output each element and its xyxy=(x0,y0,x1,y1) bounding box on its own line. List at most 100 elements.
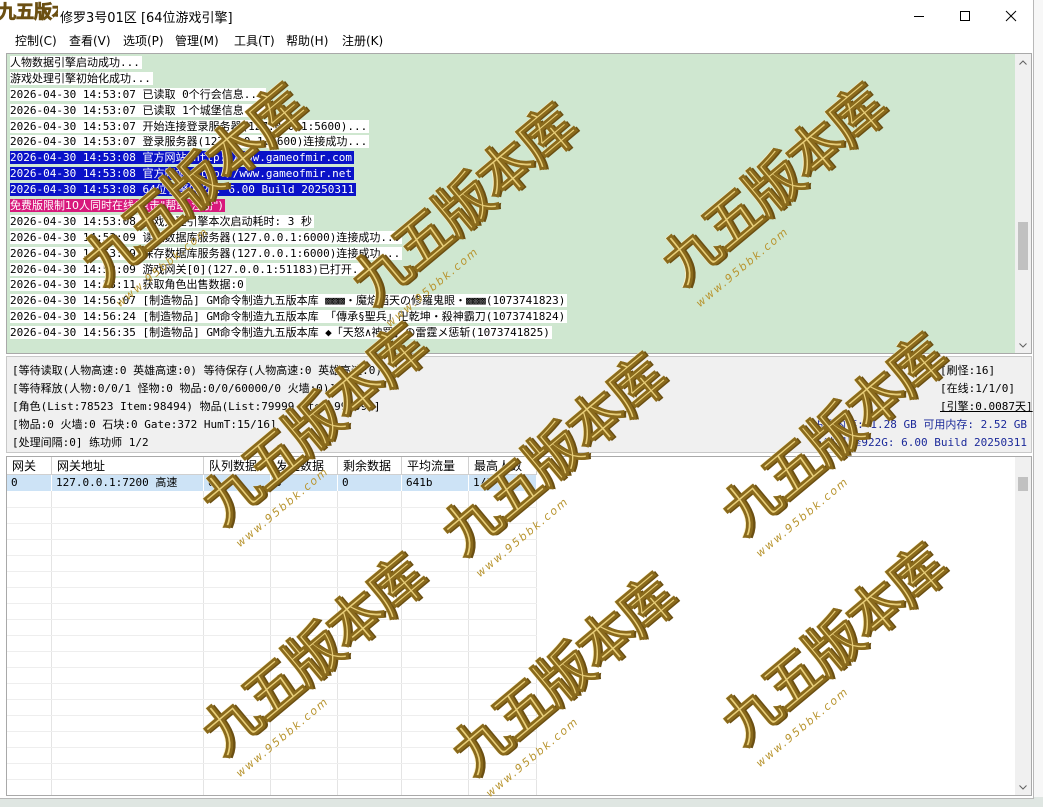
app-logo-icon: 九五版本库 xyxy=(0,0,58,32)
status-spawn: [刷怪:16] xyxy=(940,364,996,377)
window-title: 修罗3号01区 [64位游戏引擎] xyxy=(60,11,233,26)
menu-view[interactable]: 查看(V) xyxy=(67,33,113,50)
title-bar[interactable]: 九五版本库 修罗3号01区 [64位游戏引擎] xyxy=(0,0,1033,32)
col-queue-data[interactable]: 队列数据 xyxy=(204,457,271,475)
log-lines: 人物数据引擎启动成功... 游戏处理引擎初始化成功... 2026-04-30 14… xyxy=(10,55,1010,341)
log-line: 2026-04-30 14:53:11 获取角色出售数据:0 xyxy=(10,277,1010,293)
log-line: 2026-04-30 14:53:08 官方网站 http://www.game… xyxy=(10,150,1010,166)
grid-row-divider xyxy=(7,635,537,636)
log-line-text: 2026-04-30 14:53:07 开始连接登录服务器(127.0.0.1:… xyxy=(10,119,370,133)
desktop-background xyxy=(1034,0,1043,807)
status-engine-uptime[interactable]: [引擎:0.0087天] xyxy=(940,398,1033,414)
grid-scroll-thumb[interactable] xyxy=(1018,477,1028,491)
grid-row-divider xyxy=(7,587,537,588)
grid-row-divider xyxy=(7,763,537,764)
close-icon xyxy=(1005,10,1017,22)
grid-row-divider xyxy=(7,747,537,748)
scroll-down-icon[interactable] xyxy=(1015,337,1031,353)
col-max-users[interactable]: 最高人数 xyxy=(469,457,537,475)
log-line: 2026-04-30 14:53:07 登录服务器(127.0.0.1:5600… xyxy=(10,134,1010,150)
maximize-button[interactable] xyxy=(942,0,988,32)
status-wait-read: [等待读取(人物高速:0 英雄高速:0) 等待保存(人物高速:0 英雄高速:0)… xyxy=(12,364,389,377)
status-items: [物品:0 火墙:0 石块:0 Gate:372 HumT:15/16] xyxy=(12,418,277,431)
log-scrollbar[interactable] xyxy=(1015,54,1031,353)
col-avg-traffic[interactable]: 平均流量 xyxy=(402,457,469,475)
log-line-text: 2026-04-30 14:53:08 游戏处理引擎本次启动耗时: 3 秒 xyxy=(10,214,314,228)
menu-manage[interactable]: 管理(M) xyxy=(173,33,221,50)
grid-row-divider xyxy=(7,715,537,716)
log-line: 游戏处理引擎初始化成功... xyxy=(10,71,1010,87)
log-line-text: 2026-04-30 14:53:07 登录服务器(127.0.0.1:5600… xyxy=(10,135,370,149)
log-line: 2026-04-30 14:56:35 [制造物品] GM命令制造九五版本库 ◆… xyxy=(10,325,1010,341)
grid-row-divider xyxy=(7,507,537,508)
gateway-grid[interactable]: 网关 网关地址 队列数据 发送数据 剩余数据 平均流量 最高人数 0 127.0… xyxy=(6,456,1032,796)
col-gateway-address[interactable]: 网关地址 xyxy=(52,457,204,475)
grid-row-divider xyxy=(7,683,537,684)
log-line: 2026-04-30 14:56:24 [制造物品] GM命令制造九五版本库 「… xyxy=(10,309,1010,325)
cell-queue-data: 0 xyxy=(204,475,271,491)
menu-help[interactable]: 帮助(H) xyxy=(284,33,330,50)
grid-column-divider xyxy=(401,491,402,795)
status-panel: [等待读取(人物高速:0 英雄高速:0) 等待保存(人物高速:0 英雄高速:0)… xyxy=(6,356,1033,453)
log-line-text: 2026-04-30 14:56:35 [制造物品] GM命令制造九五版本库 ◆… xyxy=(10,326,552,340)
grid-row-divider xyxy=(7,539,537,540)
grid-column-divider xyxy=(337,491,338,795)
title-prefix: 九五版本库 xyxy=(0,1,58,23)
col-remain-data[interactable]: 剩余数据 xyxy=(338,457,402,475)
col-gateway[interactable]: 网关 xyxy=(7,457,52,475)
status-wait-release: [等待释放(人物:0/0/1 怪物:0 物品:0/0/60000/0 火墙:0)… xyxy=(12,382,337,395)
grid-row-divider xyxy=(7,571,537,572)
menu-register[interactable]: 注册(K) xyxy=(340,33,385,50)
scroll-up-icon[interactable] xyxy=(1015,54,1031,70)
log-scroll-thumb[interactable] xyxy=(1018,222,1028,270)
status-engine-version: 64位引擎922G: 6.00 Build 20250311 xyxy=(815,436,1027,449)
cell-max-users: 1/1 xyxy=(469,475,537,491)
log-line-text: 2026-04-30 14:53:08 官方网站 http://www.game… xyxy=(10,151,355,165)
grid-lines xyxy=(7,491,537,796)
log-line-text: 2026-04-30 14:53:07 已读取 0个行会信息... xyxy=(10,87,266,101)
log-line: 2026-04-30 14:53:08 官方网站 http://www.game… xyxy=(10,166,1010,182)
log-line-text: 免费版限制10人同时在线(点击"帮助-注册") xyxy=(10,199,225,213)
menu-tools[interactable]: 工具(T) xyxy=(232,33,277,50)
grid-scrollbar[interactable] xyxy=(1015,457,1031,795)
log-line-text: 2026-04-30 14:56:24 [制造物品] GM命令制造九五版本库 「… xyxy=(10,310,568,324)
log-line: 2026-04-30 14:53:09 读取数据库服务器(127.0.0.1:6… xyxy=(10,230,1010,246)
minimize-icon xyxy=(914,16,924,17)
main-window: 九五版本库 修罗3号01区 [64位游戏引擎] 控制(C) 查看(V) 选项(P… xyxy=(0,0,1034,799)
log-line: 2026-04-30 14:53:08 游戏处理引擎本次启动耗时: 3 秒 xyxy=(10,214,1010,230)
log-line: 2026-04-30 14:53:09 保存数据库服务器(127.0.0.1:6… xyxy=(10,246,1010,262)
log-line-text: 2026-04-30 14:53:09 读取数据库服务器(127.0.0.1:6… xyxy=(10,230,403,244)
grid-header: 网关 网关地址 队列数据 发送数据 剩余数据 平均流量 最高人数 xyxy=(7,457,537,475)
log-line-text: 人物数据引擎启动成功... xyxy=(10,56,142,69)
grid-row-divider xyxy=(7,523,537,524)
cell-avg-traffic: 641b xyxy=(402,475,469,491)
cell-remain-data: 0 xyxy=(338,475,402,491)
cell-gateway: 0 xyxy=(7,475,52,491)
grid-scroll-down-icon[interactable] xyxy=(1015,779,1031,795)
grid-row-divider xyxy=(7,795,537,796)
grid-column-divider xyxy=(536,491,537,795)
grid-column-divider xyxy=(203,491,204,795)
log-line: 2026-04-30 14:53:07 已读取 1个城堡信息... xyxy=(10,103,1010,119)
status-online: [在线:1/1/0] xyxy=(940,382,1015,395)
log-line-text: 2026-04-30 14:53:08 官方网站 http://www.game… xyxy=(10,167,355,181)
col-send-data[interactable]: 发送数据 xyxy=(271,457,338,475)
grid-row-divider xyxy=(7,779,537,780)
grid-column-divider xyxy=(270,491,271,795)
grid-row-divider xyxy=(7,555,537,556)
log-line-text: 2026-04-30 14:53:11 获取角色出售数据:0 xyxy=(10,278,246,292)
status-role-list: [角色(List:78523 Item:98494) 物品(List:79999… xyxy=(12,400,381,413)
menu-control[interactable]: 控制(C) xyxy=(13,33,59,50)
grid-row-divider xyxy=(7,731,537,732)
log-panel[interactable]: 人物数据引擎启动成功... 游戏处理引擎初始化成功... 2026-04-30 14… xyxy=(6,53,1032,354)
menu-options[interactable]: 选项(P) xyxy=(121,33,166,50)
log-line: 2026-04-30 14:53:07 已读取 0个行会信息... xyxy=(10,87,1010,103)
log-line: 人物数据引擎启动成功... xyxy=(10,55,1010,71)
log-line-text: 2026-04-30 14:56:07 [制造物品] GM命令制造九五版本库 ▩… xyxy=(10,294,568,308)
minimize-button[interactable] xyxy=(896,0,942,32)
log-line-text: 2026-04-30 14:53:09 保存数据库服务器(127.0.0.1:6… xyxy=(10,246,403,260)
table-row[interactable]: 0 127.0.0.1:7200 高速 0 3 0 641b 1/1 xyxy=(7,475,537,491)
log-line-text: 2026-04-30 14:53:09 游戏网关[0](127.0.0.1:51… xyxy=(10,262,374,276)
log-line-text: 2026-04-30 14:53:07 已读取 1个城堡信息... xyxy=(10,103,266,117)
close-button[interactable] xyxy=(988,0,1033,32)
